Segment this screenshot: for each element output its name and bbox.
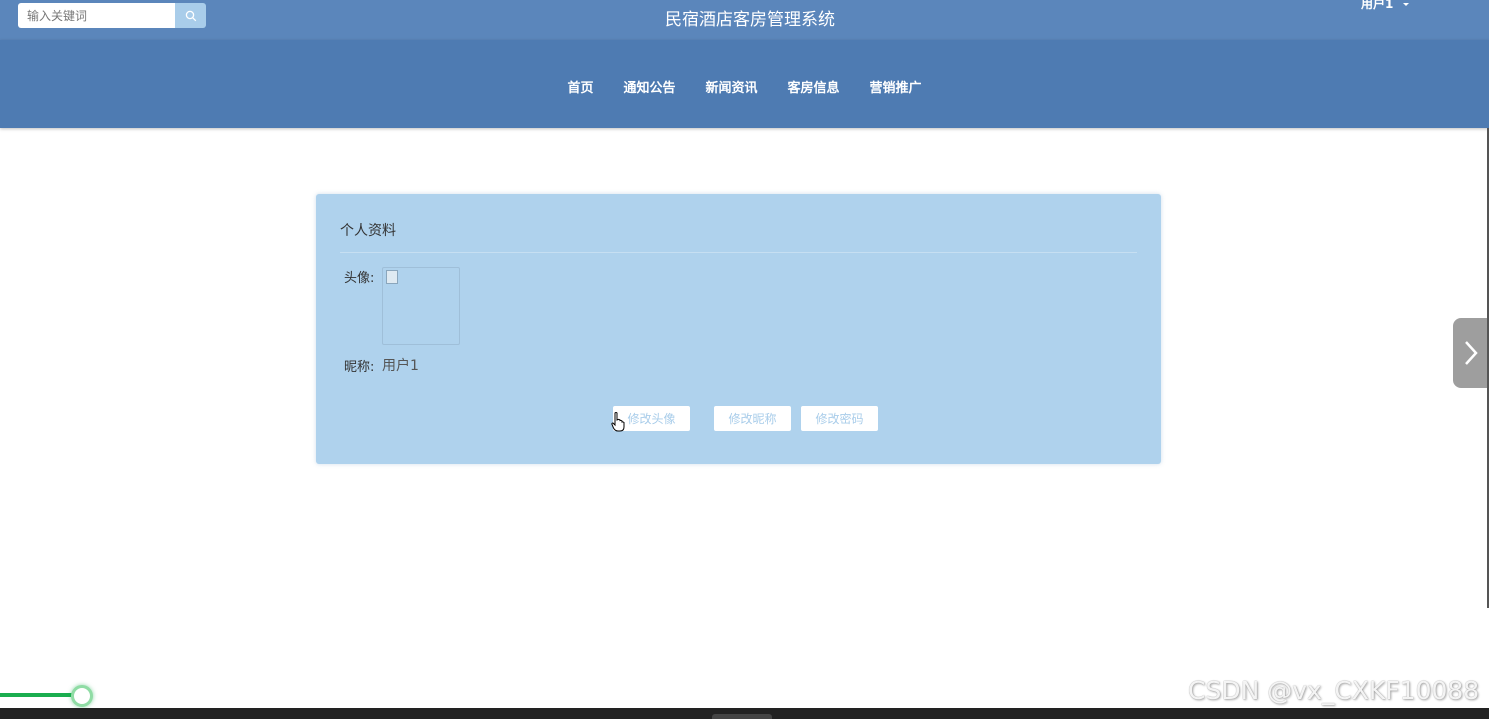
watermark: CSDN @vx_CXKF10088 xyxy=(1188,676,1480,705)
avatar-label: 头像: xyxy=(344,271,375,286)
caret-down-icon xyxy=(1403,3,1410,6)
user-name: 用户1 xyxy=(1361,0,1394,11)
nav-item-news[interactable]: 新闻资讯 xyxy=(705,77,757,96)
nickname-value: 用户1 xyxy=(382,358,419,374)
nav-item-marketing[interactable]: 营销推广 xyxy=(870,77,922,96)
card-divider xyxy=(340,252,1137,253)
site-title: 民宿酒店客房管理系统 xyxy=(665,10,835,30)
change-password-button[interactable]: 修改密码 xyxy=(801,406,878,431)
nav-list: 首页 通知公告 新闻资讯 客房信息 营销推广 xyxy=(0,77,1489,96)
broken-image-icon xyxy=(386,270,398,284)
bottom-tab xyxy=(712,714,772,719)
card-title: 个人资料 xyxy=(340,223,396,239)
nickname-label: 昵称: xyxy=(344,360,375,375)
hand-cursor-icon xyxy=(611,412,625,432)
nav-item-notices[interactable]: 通知公告 xyxy=(623,77,675,96)
chevron-right-icon xyxy=(1465,341,1478,365)
nav-item-home[interactable]: 首页 xyxy=(567,77,593,96)
progress-track xyxy=(0,693,82,697)
profile-card: 个人资料 头像: 昵称: 用户1 修改头像 修改昵称 修改密码 xyxy=(316,194,1161,464)
main-nav: 首页 通知公告 新闻资讯 客房信息 营销推广 xyxy=(0,40,1489,128)
user-menu[interactable]: 用户1 xyxy=(1361,0,1410,12)
next-panel-button[interactable] xyxy=(1453,318,1489,388)
avatar-image xyxy=(382,267,460,345)
top-bar: 民宿酒店客房管理系统 用户1 xyxy=(0,0,1489,40)
nav-item-rooms[interactable]: 客房信息 xyxy=(788,77,840,96)
change-nickname-button[interactable]: 修改昵称 xyxy=(714,406,791,431)
progress-handle[interactable] xyxy=(71,685,93,707)
